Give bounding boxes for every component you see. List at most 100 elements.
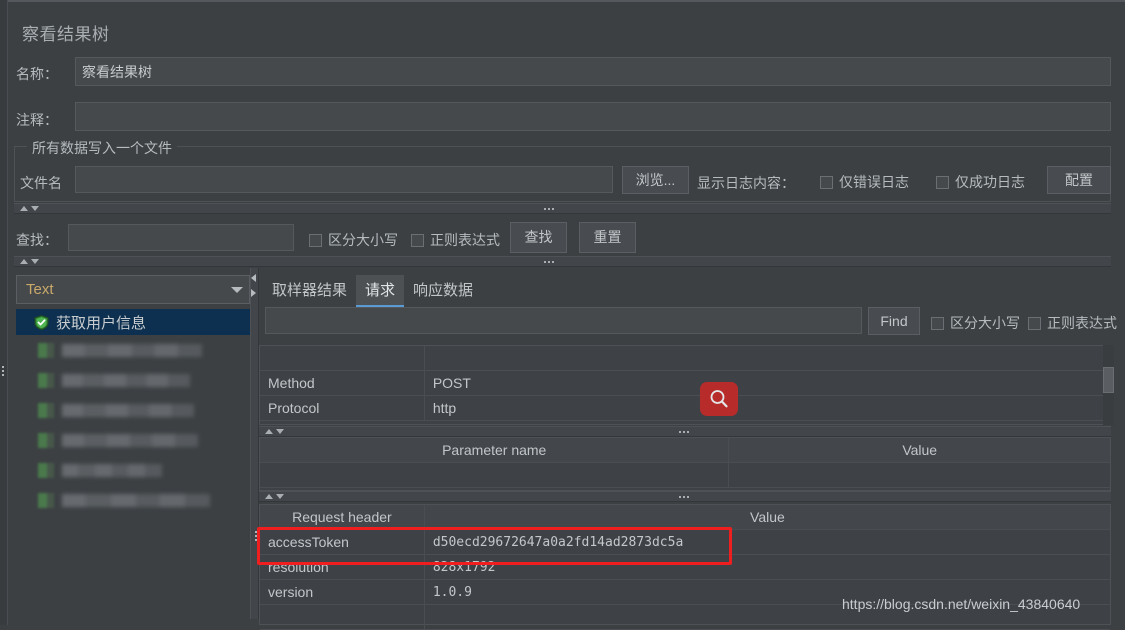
table-cell-key[interactable] xyxy=(260,463,730,487)
blurred-node-label xyxy=(62,433,198,447)
splitter-above-search[interactable] xyxy=(14,203,1111,214)
table-row[interactable] xyxy=(260,463,1110,488)
table-cell-value[interactable]: 828x1792 xyxy=(425,555,1110,579)
detail-regex-checkbox-box[interactable] xyxy=(1028,316,1041,330)
splitter2-arrows[interactable] xyxy=(20,259,39,264)
collapse-up-icon[interactable] xyxy=(265,429,273,434)
detail-match-case-checkbox-box[interactable] xyxy=(931,316,944,330)
detail-find-button[interactable]: Find xyxy=(868,307,920,335)
collapse-up-icon[interactable] xyxy=(20,259,28,264)
tree-detail-splitter[interactable] xyxy=(250,268,259,619)
table-cell-value[interactable]: d50ecd29672647a0a2fd14ad2873dc5a xyxy=(425,530,1110,554)
table-cell-key[interactable] xyxy=(260,346,425,370)
parameter-table[interactable]: Parameter name Value xyxy=(259,437,1111,491)
tab-request[interactable]: 请求 xyxy=(356,275,405,307)
table-row[interactable] xyxy=(260,346,1110,371)
collapse-up-icon[interactable] xyxy=(265,494,273,499)
detail-match-case-checkbox[interactable]: 区分大小写 xyxy=(931,313,1020,333)
request-header-column-header[interactable]: Request header xyxy=(260,505,425,529)
watermark-text: https://blog.csdn.net/weixin_43840640 xyxy=(842,596,1081,612)
comment-label: 注释： xyxy=(16,112,58,128)
table-cell-value[interactable] xyxy=(729,463,1110,487)
name-input[interactable] xyxy=(75,57,1111,86)
log-display-label: 显示日志内容： xyxy=(697,175,795,191)
detail-regex-checkbox[interactable]: 正则表达式 xyxy=(1028,313,1117,333)
table-row-highlighted[interactable]: accessToken d50ecd29672647a0a2fd14ad2873d… xyxy=(260,530,1110,555)
collapse-down-icon[interactable] xyxy=(276,494,284,499)
header-row-grip[interactable] xyxy=(255,531,257,541)
collapse-up-icon[interactable] xyxy=(20,206,28,211)
tree-item-blurred[interactable] xyxy=(16,455,252,485)
tab-sampler-result[interactable]: 取样器结果 xyxy=(263,275,356,307)
tree-item-blurred[interactable] xyxy=(16,365,252,395)
table-row[interactable]: Method POST xyxy=(260,371,1110,396)
renderer-dropdown[interactable]: Text xyxy=(16,275,250,304)
errors-only-checkbox[interactable]: 仅错误日志 xyxy=(820,172,909,192)
chevron-down-icon[interactable] xyxy=(231,286,243,293)
detail-tabbar[interactable]: 取样器结果 请求 响应数据 xyxy=(263,275,482,307)
parameter-value-column-header[interactable]: Value xyxy=(729,438,1110,462)
table-cell-key[interactable]: resolution xyxy=(260,555,425,579)
splitter-above-results[interactable] xyxy=(14,256,1111,267)
errors-only-checkbox-label: 仅错误日志 xyxy=(839,174,909,190)
configure-button[interactable]: 配置 xyxy=(1047,166,1111,194)
table-cell-key[interactable]: version xyxy=(260,580,425,604)
table-cell-key[interactable]: Protocol xyxy=(260,396,425,420)
header-value-column-header[interactable]: Value xyxy=(424,505,1110,529)
search-match-case-checkbox-box[interactable] xyxy=(309,233,322,247)
splitter-above-headers[interactable] xyxy=(259,491,1111,502)
tree-item-blurred[interactable] xyxy=(16,485,252,515)
collapse-down-icon[interactable] xyxy=(31,259,39,264)
tree-item-blurred[interactable] xyxy=(16,395,252,425)
filename-input[interactable] xyxy=(75,166,613,193)
browse-button[interactable]: 浏览... xyxy=(622,166,689,194)
search-reset-button[interactable]: 重置 xyxy=(579,222,636,253)
green-shield-check-icon xyxy=(34,314,49,330)
tree-item-selected-label: 获取用户信息 xyxy=(56,314,147,332)
blurred-node-icon xyxy=(38,372,54,388)
splitter-arrows[interactable] xyxy=(20,206,39,211)
tab-response-data[interactable]: 响应数据 xyxy=(404,275,482,307)
tree-item-blurred[interactable] xyxy=(16,335,252,365)
table-cell-value[interactable]: POST xyxy=(425,371,1110,395)
parameter-table-header-row: Parameter name Value xyxy=(260,438,1110,463)
search-input[interactable] xyxy=(68,224,294,251)
detail-find-input[interactable] xyxy=(265,307,862,334)
blurred-node-icon xyxy=(38,402,54,418)
splitter-above-parameters[interactable] xyxy=(259,426,1111,437)
search-match-case-label: 区分大小写 xyxy=(328,232,398,248)
search-regex-checkbox-box[interactable] xyxy=(411,233,424,247)
tree-item-blurred[interactable] xyxy=(16,425,252,455)
search-overlay-button[interactable] xyxy=(700,382,738,416)
success-only-checkbox[interactable]: 仅成功日志 xyxy=(936,172,1025,192)
table-cell-key[interactable]: accessToken xyxy=(260,530,425,554)
parameter-name-column-header[interactable]: Parameter name xyxy=(260,438,730,462)
errors-only-checkbox-box[interactable] xyxy=(820,175,833,189)
search-label: 查找： xyxy=(16,232,58,248)
left-vertical-splitter-grip[interactable] xyxy=(2,366,4,376)
search-regex-checkbox[interactable]: 正则表达式 xyxy=(411,230,500,250)
splitter4-arrows[interactable] xyxy=(265,494,284,499)
tree-item-selected[interactable]: 获取用户信息 xyxy=(16,309,252,335)
splitter-collapse-left-icon[interactable] xyxy=(251,274,256,282)
results-tree[interactable]: 获取用户信息 xyxy=(16,309,252,619)
collapse-down-icon[interactable] xyxy=(276,429,284,434)
collapse-down-icon[interactable] xyxy=(31,206,39,211)
success-only-checkbox-box[interactable] xyxy=(936,175,949,189)
table-cell-value[interactable] xyxy=(425,346,1110,370)
search-match-case-checkbox[interactable]: 区分大小写 xyxy=(309,230,398,250)
request-info-table[interactable]: Method POST Protocol http xyxy=(259,345,1111,425)
blurred-node-icon xyxy=(38,492,54,508)
table-cell-value[interactable]: http xyxy=(425,396,1110,420)
header-table-header-row: Request header Value xyxy=(260,505,1110,530)
splitter-expand-right-icon[interactable] xyxy=(251,289,256,297)
comment-input[interactable] xyxy=(75,102,1111,131)
blurred-node-label xyxy=(62,403,194,417)
splitter3-arrows[interactable] xyxy=(265,429,284,434)
table-cell-key[interactable] xyxy=(260,605,425,629)
table-row[interactable]: resolution 828x1792 xyxy=(260,555,1110,580)
search-find-button[interactable]: 查找 xyxy=(510,222,567,253)
table-cell-key[interactable]: Method xyxy=(260,371,425,395)
request-table-scrollbar-thumb[interactable] xyxy=(1103,367,1114,393)
table-row[interactable]: Protocol http xyxy=(260,396,1110,421)
